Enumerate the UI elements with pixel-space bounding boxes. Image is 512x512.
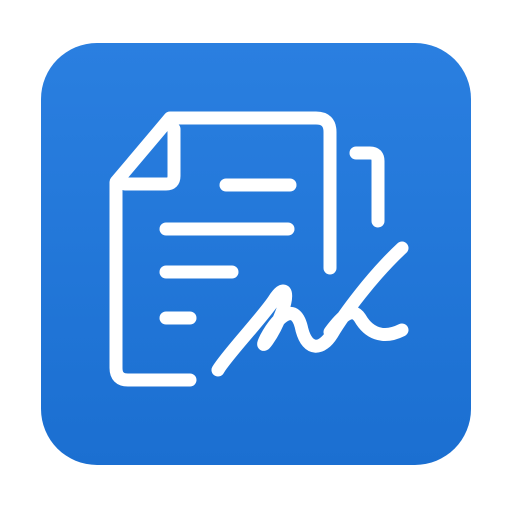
app-icon[interactable]	[41, 43, 471, 465]
app-icon-background	[41, 43, 471, 465]
